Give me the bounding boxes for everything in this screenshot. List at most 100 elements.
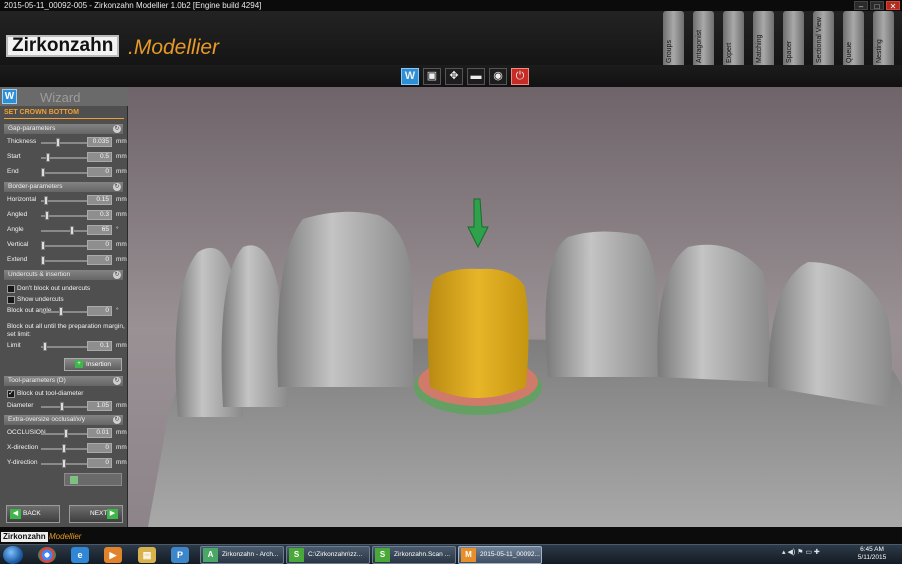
back-button[interactable]: ◀ BACK <box>6 505 60 523</box>
maximize-button[interactable]: □ <box>870 1 884 11</box>
wizard-tool-icon[interactable]: W <box>401 68 419 85</box>
param-slider[interactable] <box>41 429 87 438</box>
param-value-input[interactable]: 0 <box>87 443 112 453</box>
param-slider[interactable] <box>41 168 87 177</box>
border-angle-row: Angle 65 ° <box>7 225 122 237</box>
param-label: Limit <box>7 342 21 349</box>
start-button[interactable] <box>3 546 23 564</box>
checkbox-icon <box>7 285 15 293</box>
move-tool-icon[interactable]: ✥ <box>445 68 463 85</box>
slider-handle[interactable] <box>41 241 45 250</box>
slider-handle[interactable] <box>41 168 45 177</box>
media-player-icon[interactable]: ▶ <box>104 547 122 563</box>
tab-label: Sectional View <box>816 17 823 63</box>
expand-icon[interactable]: ↻ <box>113 416 121 424</box>
task-label: C:\Zirkonzahn\zz... <box>308 551 363 558</box>
param-unit: mm <box>116 402 127 409</box>
param-value-input[interactable]: 0.035 <box>87 137 112 147</box>
section-extra-oversize[interactable]: Extra-oversize occlusal/x/y ↻ <box>4 415 123 425</box>
param-value-input[interactable]: 0.3 <box>87 210 112 220</box>
taskbar-task[interactable]: A Zirkonzahn - Arch... <box>200 546 284 564</box>
param-slider[interactable] <box>41 342 87 351</box>
tooth-right-canine <box>768 262 892 407</box>
limit-row: Limit 0.1 mm <box>7 341 127 353</box>
param-value-input[interactable]: 0.15 <box>87 195 112 205</box>
taskbar-task[interactable]: S C:\Zirkonzahn\zz... <box>286 546 370 564</box>
dont-block-undercuts-checkbox[interactable]: Don't block out undercuts <box>7 284 90 294</box>
param-unit: mm <box>116 444 127 451</box>
taskbar-task[interactable]: S Zirkonzahn.Scan ... <box>372 546 456 564</box>
explorer-icon[interactable]: ▤ <box>138 547 156 563</box>
param-slider[interactable] <box>41 138 87 147</box>
param-slider[interactable] <box>41 307 87 316</box>
minimize-button[interactable]: – <box>854 1 868 11</box>
param-slider[interactable] <box>41 256 87 265</box>
slider-handle[interactable] <box>46 153 50 162</box>
slider-handle[interactable] <box>62 459 66 468</box>
photoshop-icon[interactable]: P <box>171 547 189 563</box>
ie-icon[interactable]: e <box>71 547 89 563</box>
slider-handle[interactable] <box>60 402 64 411</box>
param-value-input[interactable]: 0 <box>87 306 112 316</box>
param-unit: mm <box>116 211 127 218</box>
3d-viewport[interactable] <box>128 87 902 527</box>
power-tool-icon[interactable]: ⏻ <box>511 68 529 85</box>
insertion-button[interactable]: + Insertion <box>64 358 122 371</box>
slider-handle[interactable] <box>41 256 45 265</box>
section-undercuts-insertion[interactable]: Undercuts & insertion ↻ <box>4 270 123 280</box>
param-value-input[interactable]: 0 <box>87 458 112 468</box>
section-border-parameters[interactable]: Border-parameters ↻ <box>4 182 123 192</box>
slider-handle[interactable] <box>59 307 63 316</box>
param-value-input[interactable]: 1.05 <box>87 401 112 411</box>
slider-handle[interactable] <box>45 211 49 220</box>
param-value-input[interactable]: 0 <box>87 240 112 250</box>
param-slider[interactable] <box>41 402 87 411</box>
taskbar-task[interactable]: M 2015-05-11_00092... <box>458 546 542 564</box>
slider-handle[interactable] <box>62 444 66 453</box>
tooth-right-central <box>545 231 659 377</box>
slider-handle[interactable] <box>43 342 47 351</box>
arrow-right-icon: ▶ <box>107 509 118 519</box>
param-slider[interactable] <box>41 241 87 250</box>
diameter-row: Diameter 1.05 mm <box>7 401 127 413</box>
chrome-icon[interactable] <box>38 547 56 563</box>
save-tool-icon[interactable]: ▣ <box>423 68 441 85</box>
param-slider[interactable] <box>41 153 87 162</box>
expand-icon[interactable]: ↻ <box>113 125 121 133</box>
param-value-input[interactable]: 0.1 <box>87 341 112 351</box>
param-slider[interactable] <box>41 211 87 220</box>
tab-label: Matching <box>756 34 763 63</box>
window-title: 2015-05-11_00092-005 - Zirkonzahn Modell… <box>4 1 262 10</box>
block-tool-diameter-checkbox[interactable]: ✓ Block out tool-diameter <box>7 389 83 399</box>
section-gap-parameters[interactable]: Gap-parameters ↻ <box>4 124 123 134</box>
expand-icon[interactable]: ↻ <box>113 183 121 191</box>
system-tray[interactable]: ▴ ◀) ⚑ ▭ ✚ <box>782 548 820 556</box>
section-tool-parameters[interactable]: Tool-parameters (D) ↻ <box>4 376 123 386</box>
show-undercuts-checkbox[interactable]: Show undercuts <box>7 295 64 305</box>
product-name: .Modellier <box>128 36 220 59</box>
slider-handle[interactable] <box>64 429 68 438</box>
expand-icon[interactable]: ↻ <box>113 377 121 385</box>
apply-button-disabled <box>64 473 122 486</box>
slider-handle[interactable] <box>44 196 48 205</box>
param-value-input[interactable]: 0.5 <box>87 152 112 162</box>
expand-icon[interactable]: ↻ <box>113 271 121 279</box>
close-button[interactable]: ✕ <box>886 1 900 11</box>
param-value-input[interactable]: 65 <box>87 225 112 235</box>
param-slider[interactable] <box>41 226 87 235</box>
slider-handle[interactable] <box>70 226 74 235</box>
param-slider[interactable] <box>41 444 87 453</box>
next-button[interactable]: NEXT ▶ <box>69 505 123 523</box>
clock[interactable]: 6:45 AM 5/11/2015 <box>852 546 892 562</box>
param-slider[interactable] <box>41 459 87 468</box>
param-slider[interactable] <box>41 196 87 205</box>
param-value-input[interactable]: 0 <box>87 255 112 265</box>
tooth-left-lateral <box>277 211 413 387</box>
insertion-direction-arrow <box>467 198 489 249</box>
camera-tool-icon[interactable]: ◉ <box>489 68 507 85</box>
comment-tool-icon[interactable]: ▬ <box>467 68 485 85</box>
param-value-input[interactable]: 0.01 <box>87 428 112 438</box>
slider-handle[interactable] <box>56 138 60 147</box>
tab-label: Antagonist <box>696 29 703 63</box>
param-value-input[interactable]: 0 <box>87 167 112 177</box>
